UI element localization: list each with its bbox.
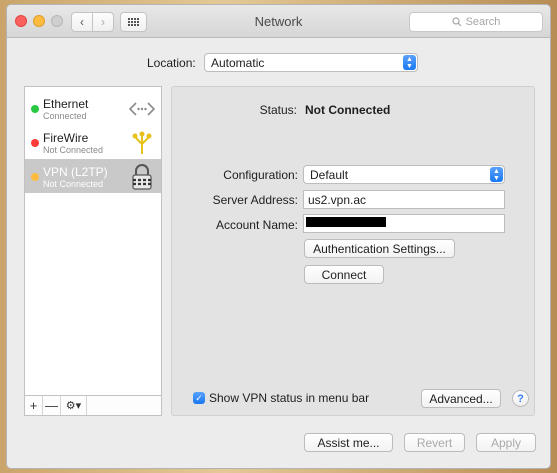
add-service-button[interactable]: + [25,396,43,415]
status-dot-red [31,139,39,147]
account-name-field[interactable] [303,214,505,233]
service-status: Connected [43,111,87,121]
service-vpn[interactable]: VPN (L2TP) Not Connected [25,159,161,193]
account-name-label: Account Name: [215,218,298,232]
details-pane: Status: Not Connected Configuration: Def… [171,86,535,416]
server-address-value: us2.vpn.ac [308,192,367,207]
help-button[interactable]: ? [512,390,529,407]
show-vpn-status-label: Show VPN status in menu bar [209,391,370,405]
up-down-arrows-icon: ▲ ▼ [403,55,416,70]
location-label: Location: [147,56,196,70]
network-window: ‹ › Network Search Location: Automatic ▲… [6,4,551,469]
service-status: Not Connected [43,145,104,155]
authentication-settings-button[interactable]: Authentication Settings... [304,239,455,258]
show-vpn-status-row[interactable]: ✓ Show VPN status in menu bar [193,391,369,405]
configuration-value: Default [310,167,349,182]
plus-icon: + [29,398,38,413]
service-list: Ethernet Connected FireWire Not Connecte… [24,86,162,396]
location-row: Location: Automatic ▲ ▼ [7,53,550,73]
minus-icon: — [45,398,58,413]
configuration-popup[interactable]: Default ▲ ▼ [303,165,505,184]
server-address-label: Server Address: [212,193,298,207]
service-status: Not Connected [43,179,104,189]
status-label: Status: [259,103,297,117]
up-down-arrows-icon: ▲ ▼ [490,167,503,182]
service-ethernet[interactable]: Ethernet Connected [25,91,161,125]
vpn-lock-icon [129,164,155,190]
title-bar: ‹ › Network Search [7,5,550,38]
gear-icon: ⚙▾ [65,400,82,412]
ethernet-arrows-icon [129,96,155,122]
checkmark-icon[interactable]: ✓ [193,392,205,404]
connect-button[interactable]: Connect [304,265,384,284]
redaction-bar [306,217,386,227]
status-dot-green [31,105,39,113]
status-dot-yellow [31,173,39,181]
search-placeholder: Search [465,16,501,28]
service-name: VPN (L2TP) [43,165,108,179]
search-icon [451,17,461,27]
firewire-icon [129,130,155,156]
status-value: Not Connected [305,103,391,117]
revert-button: Revert [404,433,465,452]
remove-service-button[interactable]: — [43,396,61,415]
advanced-button[interactable]: Advanced... [421,389,501,408]
configuration-label: Configuration: [223,168,298,182]
service-name: FireWire [43,131,89,145]
apply-button: Apply [476,433,536,452]
server-address-field[interactable]: us2.vpn.ac [303,190,505,209]
location-value: Automatic [211,55,265,70]
location-popup[interactable]: Automatic ▲ ▼ [204,53,418,72]
search-field[interactable]: Search [409,12,543,32]
service-name: Ethernet [43,97,89,111]
assist-me-button[interactable]: Assist me... [304,433,393,452]
service-list-toolbar: + — ⚙▾ [24,396,162,416]
service-firewire[interactable]: FireWire Not Connected [25,125,161,159]
action-menu-button[interactable]: ⚙▾ [61,396,87,415]
